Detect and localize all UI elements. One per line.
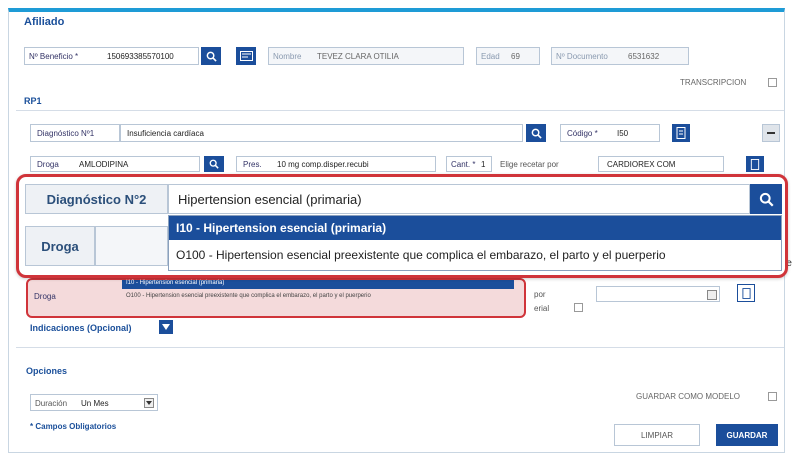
transcripcion-checkbox[interactable] bbox=[768, 78, 777, 87]
zoomed-diagnosis-dropdown: Diagnóstico N°2 Hipertension esencial (p… bbox=[16, 174, 788, 278]
droga2-label: Droga bbox=[25, 226, 95, 266]
opciones-title: Opciones bbox=[26, 366, 68, 376]
cant-value: 1 bbox=[481, 160, 486, 169]
guardar-button[interactable]: GUARDAR bbox=[716, 424, 778, 446]
search-icon bbox=[209, 159, 219, 169]
bg-option-2: O100 - Hipertension esencial preexistent… bbox=[126, 293, 371, 299]
documento-value: 6531632 bbox=[628, 52, 660, 61]
search-diag2-button[interactable] bbox=[750, 184, 782, 214]
bg-option-1: I10 - Hipertension esencial (primaria) bbox=[126, 280, 225, 286]
cant-field[interactable]: Cant. * 1 bbox=[446, 156, 492, 172]
bg-por-text: por bbox=[534, 290, 546, 299]
duracion-label: Duración bbox=[35, 399, 68, 408]
bg-erial-text: erial bbox=[534, 304, 550, 313]
diag2-value: Hipertension esencial (primaria) bbox=[178, 192, 362, 207]
document-button[interactable] bbox=[672, 124, 690, 142]
recetar-select[interactable]: CARDIOREX COM bbox=[598, 156, 724, 172]
elige-label: Elige recetar por bbox=[500, 160, 559, 169]
afiliado-title: Afiliado bbox=[24, 16, 65, 28]
bg-checkbox[interactable] bbox=[574, 303, 583, 312]
rp-title: RP1 bbox=[24, 96, 42, 106]
campos-obligatorios-note: * Campos Obligatorios bbox=[30, 422, 117, 431]
search-droga-button[interactable] bbox=[204, 156, 224, 172]
document-button-2[interactable] bbox=[746, 156, 764, 172]
diag2-input[interactable]: Hipertension esencial (primaria) bbox=[168, 184, 750, 214]
duracion-value: Un Mes bbox=[81, 399, 109, 408]
transcripcion-label: TRANSCRIPCION bbox=[680, 78, 747, 87]
codigo-field[interactable]: Código * I50 bbox=[560, 124, 660, 142]
chevron-down-icon bbox=[162, 324, 170, 330]
beneficio-field[interactable]: Nº Beneficio * 150693385570100 bbox=[24, 47, 199, 65]
document-icon bbox=[750, 158, 760, 170]
divider bbox=[16, 347, 784, 348]
indicaciones-toggle[interactable] bbox=[159, 320, 173, 334]
edad-field: Edad 69 bbox=[476, 47, 540, 65]
diag1-value: Insuficiencia cardíaca bbox=[127, 129, 204, 138]
divider bbox=[16, 110, 784, 111]
documento-label: Nº Documento bbox=[556, 52, 608, 61]
nombre-value: TEVEZ CLARA OTILIA bbox=[317, 52, 399, 61]
codigo-value: I50 bbox=[617, 129, 629, 138]
document-icon bbox=[741, 287, 751, 299]
droga2-input[interactable] bbox=[95, 226, 168, 266]
duracion-select[interactable]: Duración Un Mes bbox=[30, 394, 158, 411]
search-icon bbox=[531, 128, 542, 139]
droga-label: Droga bbox=[37, 160, 59, 169]
search-beneficio-button[interactable] bbox=[201, 47, 221, 65]
droga-value: AMLODIPINA bbox=[79, 160, 129, 169]
diag1-label: Diagnóstico Nº1 bbox=[37, 129, 95, 138]
beneficio-label: Nº Beneficio * bbox=[29, 52, 79, 61]
guardar-modelo-checkbox[interactable] bbox=[768, 392, 777, 401]
suggestion-item-selected[interactable]: I10 - Hipertension esencial (primaria) bbox=[169, 216, 781, 240]
suggestion-label-1: I10 - Hipertension esencial (primaria) bbox=[176, 221, 387, 235]
droga-field[interactable]: Droga AMLODIPINA bbox=[30, 156, 200, 172]
recetar-value: CARDIOREX COM bbox=[607, 160, 676, 169]
diag2-suggestions: I10 - Hipertension esencial (primaria) O… bbox=[168, 215, 782, 271]
diag2-label: Diagnóstico N°2 bbox=[25, 184, 168, 214]
bg-select[interactable] bbox=[596, 286, 720, 302]
limpiar-button[interactable]: LIMPIAR bbox=[614, 424, 700, 446]
guardar-modelo-label: GUARDAR COMO MODELO bbox=[636, 392, 741, 401]
document-icon bbox=[676, 127, 686, 139]
nombre-label: Nombre bbox=[273, 52, 302, 61]
search-diag1-button[interactable] bbox=[526, 124, 546, 142]
search-icon bbox=[206, 51, 217, 62]
dropdown-arrow-icon bbox=[144, 398, 154, 408]
bg-droga-label: Droga bbox=[34, 292, 56, 301]
pres-label: Pres. bbox=[243, 160, 262, 169]
pres-value: 10 mg comp.disper.recubi bbox=[277, 160, 369, 169]
edad-label: Edad bbox=[481, 52, 500, 61]
bg-document-button[interactable] bbox=[737, 284, 755, 302]
pres-field[interactable]: Pres. 10 mg comp.disper.recubi bbox=[236, 156, 436, 172]
bg-option-selected: I10 - Hipertension esencial (primaria) bbox=[122, 280, 514, 289]
codigo-label: Código * bbox=[567, 129, 598, 138]
documento-field: Nº Documento 6531632 bbox=[551, 47, 689, 65]
id-card-icon bbox=[239, 51, 253, 61]
diag1-label-box: Diagnóstico Nº1 bbox=[30, 124, 120, 142]
suggestion-label-2: O100 - Hipertension esencial preexistent… bbox=[176, 248, 666, 262]
diag1-input[interactable]: Insuficiencia cardíaca bbox=[120, 124, 523, 142]
suggestion-item[interactable]: O100 - Hipertension esencial preexistent… bbox=[169, 241, 781, 270]
bg-select-arrow bbox=[707, 290, 717, 300]
search-icon bbox=[759, 192, 774, 207]
minus-icon bbox=[767, 132, 775, 134]
beneficio-value: 150693385570100 bbox=[107, 52, 174, 61]
collapse-button[interactable] bbox=[762, 124, 780, 142]
indicaciones-label: Indicaciones (Opcional) bbox=[30, 323, 132, 333]
edad-value: 69 bbox=[511, 52, 520, 61]
original-dropdown-highlight: I10 - Hipertension esencial (primaria) O… bbox=[26, 278, 526, 318]
cant-label: Cant. * bbox=[451, 160, 476, 169]
nombre-field: Nombre TEVEZ CLARA OTILIA bbox=[268, 47, 464, 65]
credential-button[interactable] bbox=[236, 47, 256, 65]
